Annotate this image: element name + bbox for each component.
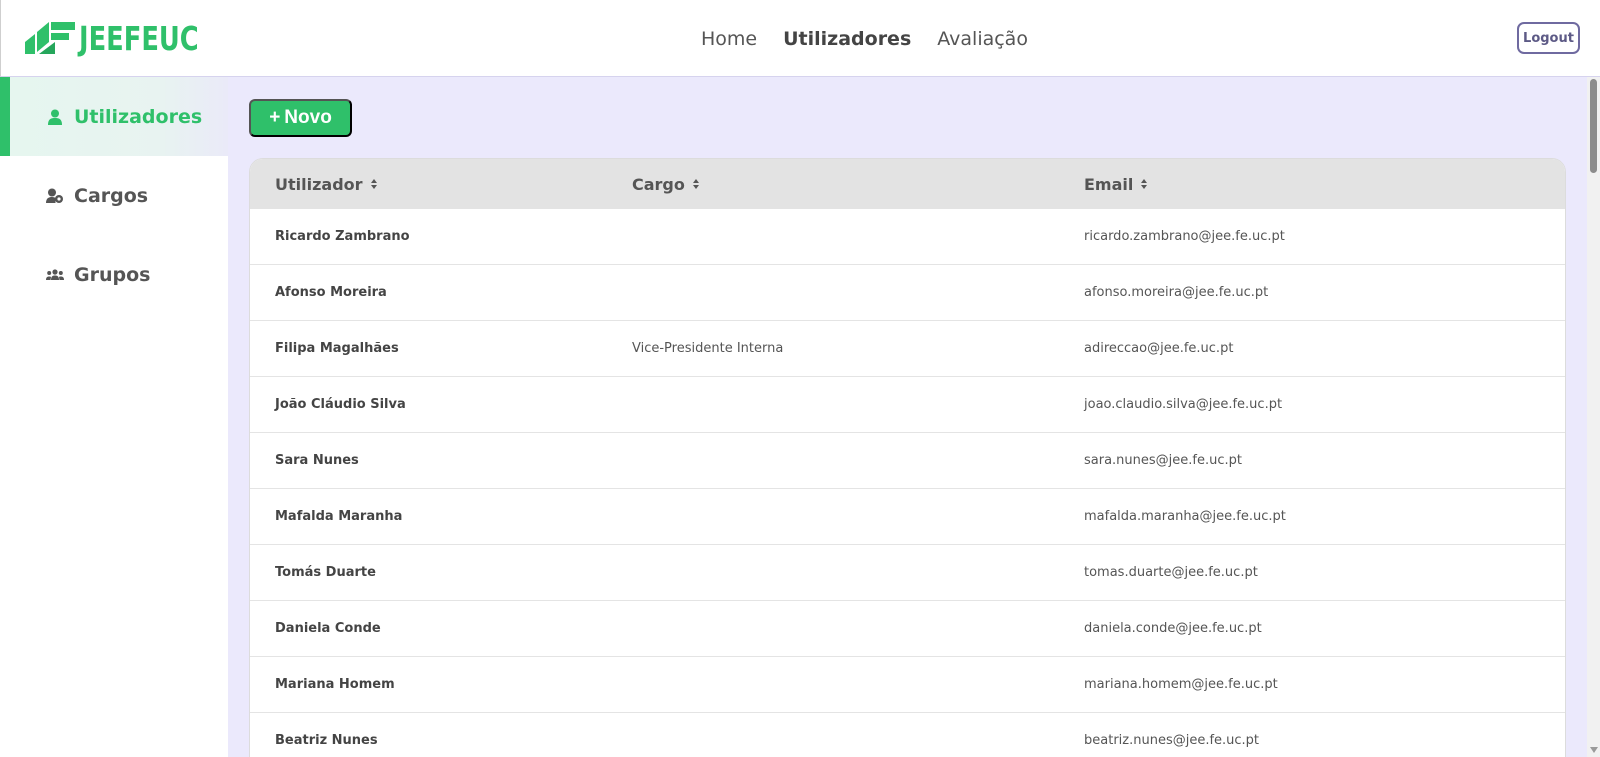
user-gear-icon xyxy=(46,187,64,205)
cell-email: afonso.moreira@jee.fe.uc.pt xyxy=(1084,285,1269,300)
sort-icon[interactable] xyxy=(692,179,699,189)
cell-email: sara.nunes@jee.fe.uc.pt xyxy=(1084,453,1242,468)
scrollbar-thumb[interactable] xyxy=(1590,79,1597,173)
cell-cargo: Vice-Presidente Interna xyxy=(632,341,784,356)
sidebar-item-label: Utilizadores xyxy=(74,105,203,128)
table-row[interactable]: Mariana Homem mariana.homem@jee.fe.uc.pt xyxy=(250,657,1565,713)
sidebar-item-utilizadores[interactable]: Utilizadores xyxy=(0,77,228,156)
new-button-label: Novo xyxy=(284,107,332,128)
cell-email: mafalda.maranha@jee.fe.uc.pt xyxy=(1084,509,1286,524)
table-row[interactable]: Ricardo Zambrano ricardo.zambrano@jee.fe… xyxy=(250,209,1565,265)
nav-avaliacao[interactable]: Avaliação xyxy=(937,28,1028,50)
page-scrollbar[interactable] xyxy=(1587,77,1600,757)
logo-text: JEEFEUC xyxy=(79,18,199,58)
cell-name: Afonso Moreira xyxy=(275,285,387,300)
cell-name: Sara Nunes xyxy=(275,453,359,468)
cell-name: Mariana Homem xyxy=(275,677,395,692)
table-row[interactable]: Afonso Moreira afonso.moreira@jee.fe.uc.… xyxy=(250,265,1565,321)
cell-email: ricardo.zambrano@jee.fe.uc.pt xyxy=(1084,229,1285,244)
cell-name: Filipa Magalhães xyxy=(275,341,399,356)
users-icon xyxy=(46,266,64,284)
table-row[interactable]: Daniela Conde daniela.conde@jee.fe.uc.pt xyxy=(250,601,1565,657)
column-header-email[interactable]: Email xyxy=(1084,159,1148,209)
sidebar-item-grupos[interactable]: Grupos xyxy=(0,235,228,314)
sidebar: Utilizadores Cargos Grupos xyxy=(0,77,228,757)
cell-name: Ricardo Zambrano xyxy=(275,229,410,244)
sort-icon[interactable] xyxy=(1141,179,1148,189)
sidebar-item-cargos[interactable]: Cargos xyxy=(0,156,228,235)
sort-icon[interactable] xyxy=(370,179,377,189)
table-row[interactable]: Mafalda Maranha mafalda.maranha@jee.fe.u… xyxy=(250,489,1565,545)
main-content: + Novo Utilizador Cargo Email Ricardo Za… xyxy=(228,77,1587,757)
plus-icon: + xyxy=(269,107,281,128)
logout-button[interactable]: Logout xyxy=(1517,22,1580,54)
sidebar-item-label: Cargos xyxy=(74,184,149,207)
table-row[interactable]: Beatriz Nunes beatriz.nunes@jee.fe.uc.pt xyxy=(250,713,1565,757)
scroll-down-icon[interactable] xyxy=(1590,747,1598,753)
sidebar-item-label: Grupos xyxy=(74,263,151,286)
table-row[interactable]: Filipa Magalhães Vice-Presidente Interna… xyxy=(250,321,1565,377)
cell-email: tomas.duarte@jee.fe.uc.pt xyxy=(1084,565,1258,580)
top-header: JEEFEUC Home Utilizadores Avaliação Logo… xyxy=(0,0,1600,77)
cell-name: Tomás Duarte xyxy=(275,565,376,580)
cell-email: mariana.homem@jee.fe.uc.pt xyxy=(1084,677,1278,692)
cell-name: Mafalda Maranha xyxy=(275,509,403,524)
cell-email: beatriz.nunes@jee.fe.uc.pt xyxy=(1084,733,1260,748)
column-header-cargo[interactable]: Cargo xyxy=(632,159,699,209)
logo-mark-icon xyxy=(25,22,75,54)
table-header: Utilizador Cargo Email xyxy=(250,159,1565,209)
new-button[interactable]: + Novo xyxy=(249,99,352,137)
cell-name: Beatriz Nunes xyxy=(275,733,378,748)
table-row[interactable]: João Cláudio Silva joao.claudio.silva@je… xyxy=(250,377,1565,433)
cell-email: adireccao@jee.fe.uc.pt xyxy=(1084,341,1234,356)
main-nav: Home Utilizadores Avaliação xyxy=(701,0,1028,77)
user-icon xyxy=(46,108,64,126)
nav-utilizadores[interactable]: Utilizadores xyxy=(783,28,911,50)
cell-email: daniela.conde@jee.fe.uc.pt xyxy=(1084,621,1262,636)
logo[interactable]: JEEFEUC xyxy=(25,18,232,58)
cell-name: João Cláudio Silva xyxy=(275,397,406,412)
table-row[interactable]: Tomás Duarte tomas.duarte@jee.fe.uc.pt xyxy=(250,545,1565,601)
nav-home[interactable]: Home xyxy=(701,28,757,50)
table-row[interactable]: Sara Nunes sara.nunes@jee.fe.uc.pt xyxy=(250,433,1565,489)
cell-name: Daniela Conde xyxy=(275,621,381,636)
users-table: Utilizador Cargo Email Ricardo Zambrano … xyxy=(249,158,1566,757)
cell-email: joao.claudio.silva@jee.fe.uc.pt xyxy=(1084,397,1283,412)
column-header-utilizador[interactable]: Utilizador xyxy=(275,159,377,209)
